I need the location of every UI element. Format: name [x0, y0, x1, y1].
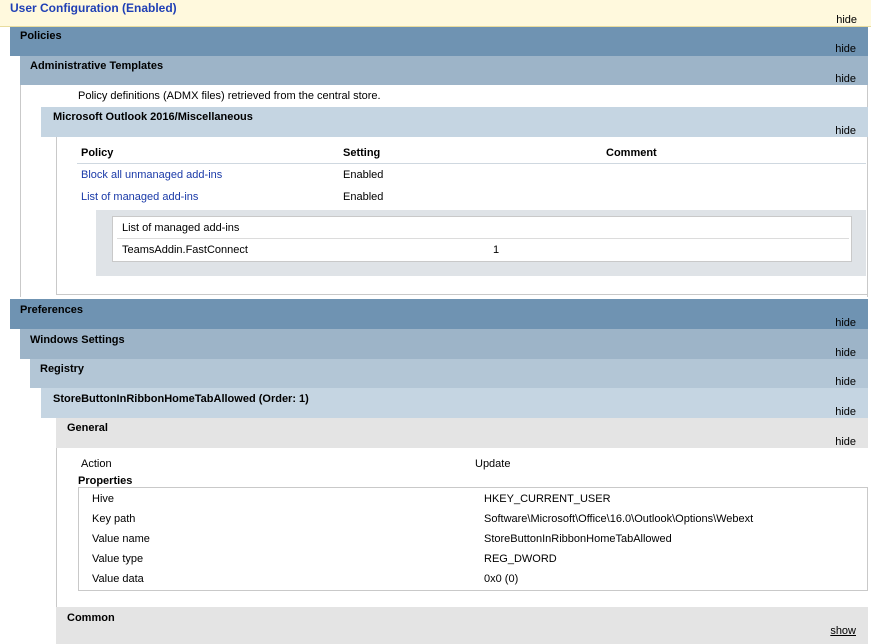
registry-hide-link[interactable]: hide — [835, 376, 856, 388]
managed-addins-divider — [117, 238, 849, 239]
store-button-hide-link[interactable]: hide — [835, 406, 856, 418]
registry-header: Registry hide — [30, 359, 868, 388]
comment-column-header: Comment — [606, 147, 657, 159]
property-row: Key path Software\Microsoft\Office\16.0\… — [79, 512, 867, 530]
administrative-templates-title: Administrative Templates — [30, 60, 164, 72]
outlook-misc-header: Microsoft Outlook 2016/Miscellaneous hid… — [41, 107, 868, 137]
action-value: Update — [475, 458, 511, 470]
property-value: HKEY_CURRENT_USER — [484, 493, 611, 505]
managed-addins-table: List of managed add-ins TeamsAddin.FastC… — [112, 216, 852, 262]
properties-label: Properties — [78, 475, 133, 487]
property-name: Value data — [92, 573, 144, 585]
property-name: Value type — [92, 553, 144, 565]
policies-title: Policies — [20, 30, 62, 42]
policy-link-list-managed-addins[interactable]: List of managed add-ins — [81, 191, 198, 203]
general-header: General hide — [56, 418, 868, 448]
admx-source-note: Policy definitions (ADMX files) retrieve… — [78, 90, 381, 102]
preferences-hide-link[interactable]: hide — [835, 317, 856, 329]
property-name: Hive — [92, 493, 115, 505]
user-configuration-header: User Configuration (Enabled) hide — [0, 0, 871, 27]
property-value: Software\Microsoft\Office\16.0\Outlook\O… — [484, 513, 754, 525]
general-body: Action Update Properties Hive HKEY_CURRE… — [56, 448, 868, 608]
outlook-misc-title: Microsoft Outlook 2016/Miscellaneous — [53, 111, 253, 123]
property-value: StoreButtonInRibbonHomeTabAllowed — [484, 533, 672, 545]
windows-settings-title: Windows Settings — [30, 334, 125, 346]
common-header: Common show — [56, 607, 868, 644]
action-label: Action — [81, 458, 112, 470]
managed-addin-value: 1 — [493, 244, 500, 256]
policy-setting-value: Enabled — [343, 191, 384, 203]
outlook-misc-body: Policy Setting Comment Block all unmanag… — [56, 137, 867, 295]
policy-setting-value: Enabled — [343, 169, 384, 181]
common-show-link[interactable]: show — [830, 625, 856, 637]
preferences-title: Preferences — [20, 304, 83, 316]
property-name: Value name — [92, 533, 150, 545]
common-title: Common — [67, 612, 115, 624]
managed-addins-panel: List of managed add-ins TeamsAddin.FastC… — [96, 210, 866, 276]
property-value: 0x0 (0) — [484, 573, 519, 585]
setting-column-header: Setting — [343, 147, 381, 159]
outlook-misc-hide-link[interactable]: hide — [835, 125, 856, 137]
administrative-templates-header: Administrative Templates hide — [20, 56, 868, 85]
policy-column-header: Policy — [81, 147, 114, 159]
managed-addin-name: TeamsAddin.FastConnect — [122, 244, 248, 256]
store-button-title: StoreButtonInRibbonHomeTabAllowed (Order… — [53, 393, 309, 405]
table-header-divider — [77, 163, 866, 164]
general-title: General — [67, 422, 108, 434]
policies-hide-link[interactable]: hide — [835, 43, 856, 55]
managed-addins-title: List of managed add-ins — [122, 222, 240, 234]
property-row: Value type REG_DWORD — [79, 552, 867, 570]
preferences-header: Preferences hide — [10, 299, 868, 329]
general-hide-link[interactable]: hide — [835, 436, 856, 448]
administrative-templates-hide-link[interactable]: hide — [835, 73, 856, 85]
policy-link-block-unmanaged-addins[interactable]: Block all unmanaged add-ins — [81, 169, 222, 181]
property-row: Value data 0x0 (0) — [79, 572, 867, 590]
windows-settings-header: Windows Settings hide — [20, 329, 868, 359]
property-name: Key path — [92, 513, 136, 525]
store-button-header: StoreButtonInRibbonHomeTabAllowed (Order… — [41, 388, 868, 418]
registry-title: Registry — [40, 363, 85, 375]
properties-table: Hive HKEY_CURRENT_USER Key path Software… — [78, 487, 868, 591]
user-configuration-hide-link[interactable]: hide — [836, 14, 857, 26]
windows-settings-hide-link[interactable]: hide — [835, 347, 856, 359]
user-configuration-title[interactable]: User Configuration (Enabled) — [10, 1, 177, 15]
property-row: Hive HKEY_CURRENT_USER — [79, 492, 867, 510]
property-value: REG_DWORD — [484, 553, 557, 565]
property-row: Value name StoreButtonInRibbonHomeTabAll… — [79, 532, 867, 550]
policies-header: Policies hide — [10, 27, 868, 56]
